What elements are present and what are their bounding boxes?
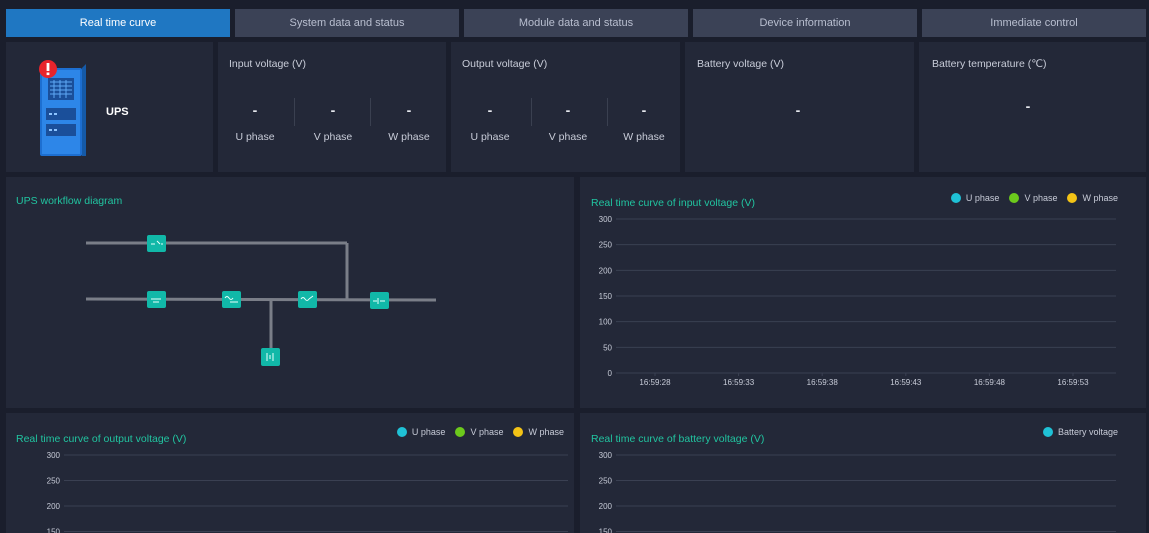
battery-icon[interactable] xyxy=(261,348,280,366)
battery-voltage-value: - xyxy=(795,102,801,118)
y-tick-label: 200 xyxy=(599,502,613,511)
y-tick-label: 50 xyxy=(603,343,612,352)
y-tick-label: 250 xyxy=(47,477,61,486)
x-tick-label: 16:59:43 xyxy=(890,378,922,387)
rectifier-icon[interactable] xyxy=(147,291,166,308)
y-tick-label: 300 xyxy=(599,451,613,460)
device-panel: UPS xyxy=(6,42,213,172)
divider xyxy=(531,98,532,126)
y-tick-label: 0 xyxy=(608,369,613,378)
static-switch-icon[interactable] xyxy=(298,291,317,308)
tab-immediate-control[interactable]: Immediate control xyxy=(922,9,1146,37)
alarm-icon xyxy=(39,60,57,78)
output-voltage-title: Output voltage (V) xyxy=(462,58,548,70)
y-tick-label: 300 xyxy=(599,215,613,224)
input-u-label: U phase xyxy=(235,131,275,143)
workflow-panel: UPS workflow diagram xyxy=(6,177,574,408)
input-u-value: - xyxy=(252,102,258,118)
output-w-value: - xyxy=(641,102,647,118)
output-u-label: U phase xyxy=(470,131,510,143)
y-tick-label: 200 xyxy=(47,502,61,511)
x-tick-label: 16:59:48 xyxy=(974,378,1006,387)
ups-workflow-diagram xyxy=(85,235,437,366)
battery-voltage-title: Battery voltage (V) xyxy=(697,58,784,70)
y-tick-label: 150 xyxy=(599,292,613,301)
divider xyxy=(294,98,295,126)
input-v-label: V phase xyxy=(313,131,353,143)
output-switch-icon[interactable] xyxy=(370,292,389,309)
divider xyxy=(607,98,608,126)
tab-module-data-and-status[interactable]: Module data and status xyxy=(464,9,688,37)
tab-system-data-and-status[interactable]: System data and status xyxy=(235,9,459,37)
output-v-value: - xyxy=(565,102,571,118)
bypass-switch-icon[interactable] xyxy=(147,235,166,252)
battery-temperature-value: - xyxy=(1025,98,1031,114)
input-voltage-panel: Input voltage (V) - - - U phase V phase … xyxy=(218,42,446,172)
x-tick-label: 16:59:38 xyxy=(807,378,839,387)
x-tick-label: 16:59:28 xyxy=(639,378,671,387)
tab-real-time-curve[interactable]: Real time curve xyxy=(6,9,230,37)
output-voltage-chart: 150 200 250 300 xyxy=(47,451,568,533)
y-tick-label: 250 xyxy=(599,241,613,250)
x-tick-label: 16:59:33 xyxy=(723,378,755,387)
input-w-value: - xyxy=(406,102,412,118)
output-voltage-panel: Output voltage (V) - - - U phase V phase… xyxy=(451,42,680,172)
y-tick-label: 100 xyxy=(599,318,613,327)
battery-temperature-panel: Battery temperature (℃) - xyxy=(919,42,1146,172)
device-name: UPS xyxy=(106,106,129,118)
x-tick-label: 16:59:53 xyxy=(1057,378,1089,387)
battery-voltage-chart: 150 200 250 300 xyxy=(599,451,1116,533)
output-v-label: V phase xyxy=(548,131,588,143)
y-tick-label: 200 xyxy=(599,266,613,275)
battery-voltage-chart-panel: Real time curve of battery voltage (V) B… xyxy=(580,413,1146,533)
input-voltage-chart: 0 50 100 150 200 250 300 16:59:28 16:59:33 16:59:… xyxy=(599,215,1116,387)
inverter-icon[interactable] xyxy=(222,291,241,308)
y-tick-label: 150 xyxy=(47,528,61,533)
y-tick-label: 300 xyxy=(47,451,61,460)
tab-device-information[interactable]: Device information xyxy=(693,9,917,37)
output-voltage-chart-panel: Real time curve of output voltage (V) U … xyxy=(6,413,574,533)
input-voltage-title: Input voltage (V) xyxy=(229,58,307,70)
y-tick-label: 250 xyxy=(599,477,613,486)
output-u-value: - xyxy=(487,102,493,118)
input-v-value: - xyxy=(330,102,336,118)
y-tick-label: 150 xyxy=(599,528,613,533)
input-w-label: W phase xyxy=(388,131,430,143)
battery-voltage-panel: Battery voltage (V) - xyxy=(685,42,914,172)
battery-temperature-title: Battery temperature (℃) xyxy=(932,58,1047,70)
input-voltage-chart-panel: Real time curve of input voltage (V) U p… xyxy=(580,177,1146,408)
divider xyxy=(370,98,371,126)
output-w-label: W phase xyxy=(623,131,665,143)
tab-bar: Real time curve System data and status M… xyxy=(6,9,1146,37)
